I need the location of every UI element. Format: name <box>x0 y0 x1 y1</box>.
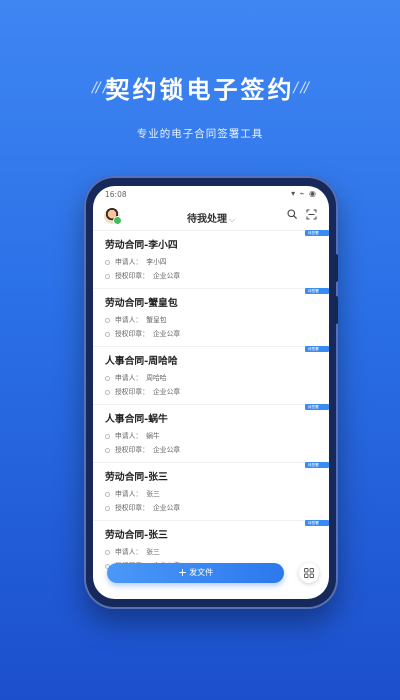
applicant-value: 李小四 <box>146 258 167 266</box>
status-badge: 待签署 <box>305 346 329 352</box>
contract-title: 劳动合同-张三 <box>105 472 168 483</box>
bullet-icon <box>105 447 110 453</box>
contract-card[interactable]: 待签署劳动合同-张三申请人：张三授权印章：企业公章 <box>93 462 329 520</box>
promo-subtitle: 专业的电子合同签署工具 <box>136 128 264 140</box>
contract-card[interactable]: 待签署 人事合同-蜗牛 申请人： 蜗牛 授权印章： 企业公章 <box>93 404 329 462</box>
applicant-row: 申请人： 蜗牛 <box>105 430 160 440</box>
applicant-row: 申请人： 李小四 <box>105 256 167 266</box>
bullet-icon <box>105 549 110 555</box>
applicant-row: 申请人： 张三 <box>105 488 160 498</box>
contract-card[interactable]: 待签署 劳动合同-蟹皇包 申请人： 蟹皇包 授权印章： 企业公章 <box>93 288 329 346</box>
grid-icon <box>304 568 314 578</box>
applicant-value: 张三 <box>146 490 160 498</box>
phone-side-button <box>334 254 338 282</box>
seal-label: 授权印章： <box>115 504 149 512</box>
bullet-icon <box>105 505 110 511</box>
page-title: 待我处理 <box>186 214 227 225</box>
bullet-icon <box>105 317 110 323</box>
contract-card[interactable]: 待签署 人事合同-周哈哈 申请人： 周哈哈 授权印章： 企业公章 <box>93 346 329 404</box>
grid-button[interactable] <box>299 563 319 583</box>
bullet-icon <box>105 491 110 497</box>
applicant-value: 张三 <box>146 548 160 556</box>
seal-label: 授权印章： <box>115 388 149 396</box>
contract-title: 人事合同-蜗牛 <box>105 414 168 425</box>
bullet-icon <box>105 331 110 337</box>
status-badge: 待签署 <box>305 288 329 294</box>
chevron-down-icon: ⌵ <box>228 215 236 224</box>
plus-icon: + <box>177 566 188 579</box>
applicant-row: 申请人： 蟹皇包 <box>105 314 167 324</box>
search-icon[interactable] <box>287 209 297 219</box>
bullet-icon <box>105 259 110 265</box>
seal-value: 企业公章 <box>152 504 181 512</box>
seal-value: 企业公章 <box>152 272 181 280</box>
status-icons: ▾ ⌁ ◉ <box>291 189 317 198</box>
bullet-icon <box>105 433 110 439</box>
app-bar: 待我处理 ⌵ <box>93 206 329 228</box>
bullet-icon <box>105 389 110 395</box>
status-bar: 16:08 ▾ ⌁ ◉ <box>93 186 329 204</box>
bullet-icon <box>105 375 110 381</box>
phone-side-button <box>334 296 338 324</box>
seal-label: 授权印章： <box>115 272 149 280</box>
promo-title: 契约锁电子签约 <box>105 76 295 104</box>
bullet-icon <box>105 273 110 279</box>
scan-icon[interactable] <box>306 209 317 220</box>
seal-label: 授权印章： <box>115 330 149 338</box>
status-badge: 待签署 <box>305 462 329 468</box>
contract-title: 劳动合同-张三 <box>105 530 168 541</box>
applicant-value: 蜗牛 <box>146 432 160 440</box>
seal-row: 授权印章：企业公章 <box>105 444 180 454</box>
decor-slashes-right: / // <box>293 80 309 96</box>
contract-title: 劳动合同-蟹皇包 <box>105 298 178 309</box>
applicant-value: 周哈哈 <box>146 374 167 382</box>
status-badge: 待签署 <box>305 404 329 410</box>
seal-label: 授权印章： <box>115 446 149 454</box>
seal-row: 授权印章：企业公章 <box>105 386 180 396</box>
contract-list: 待签署 劳动合同-李小四 申请人： 李小四 授权印章： 企业公章 待签署 劳动合同-蟹皇包 申请… <box>93 230 329 578</box>
applicant-value: 蟹皇包 <box>146 316 167 324</box>
send-file-label: 发文件 <box>189 568 214 577</box>
applicant-label: 申请人： <box>115 548 143 556</box>
seal-row: 授权印章：企业公章 <box>105 502 180 512</box>
phone-screen: 16:08 ▾ ⌁ ◉ 待我处理 ⌵ 待签署 劳动合同-李小四 申请人： 李小四 授权印章… <box>93 186 329 599</box>
seal-value: 企业公章 <box>152 446 181 454</box>
applicant-label: 申请人： <box>115 258 143 266</box>
contract-card[interactable]: 待签署 劳动合同-李小四 申请人： 李小四 授权印章： 企业公章 <box>93 230 329 288</box>
applicant-label: 申请人： <box>115 490 143 498</box>
status-badge: 待签署 <box>305 230 329 236</box>
applicant-label: 申请人： <box>115 316 143 324</box>
applicant-label: 申请人： <box>115 432 143 440</box>
seal-row: 授权印章：企业公章 <box>105 328 180 338</box>
send-file-button[interactable]: + 发文件 <box>107 563 284 583</box>
contract-title: 人事合同-周哈哈 <box>105 356 178 367</box>
seal-row: 授权印章：企业公章 <box>105 270 180 280</box>
applicant-row: 申请人： 张三 <box>105 546 160 556</box>
contract-title: 劳动合同-李小四 <box>105 240 178 251</box>
applicant-label: 申请人： <box>115 374 143 382</box>
status-time: 16:08 <box>105 190 127 199</box>
seal-value: 企业公章 <box>152 388 181 396</box>
applicant-row: 申请人： 周哈哈 <box>105 372 167 382</box>
status-badge: 待签署 <box>305 520 329 526</box>
seal-value: 企业公章 <box>152 330 181 338</box>
